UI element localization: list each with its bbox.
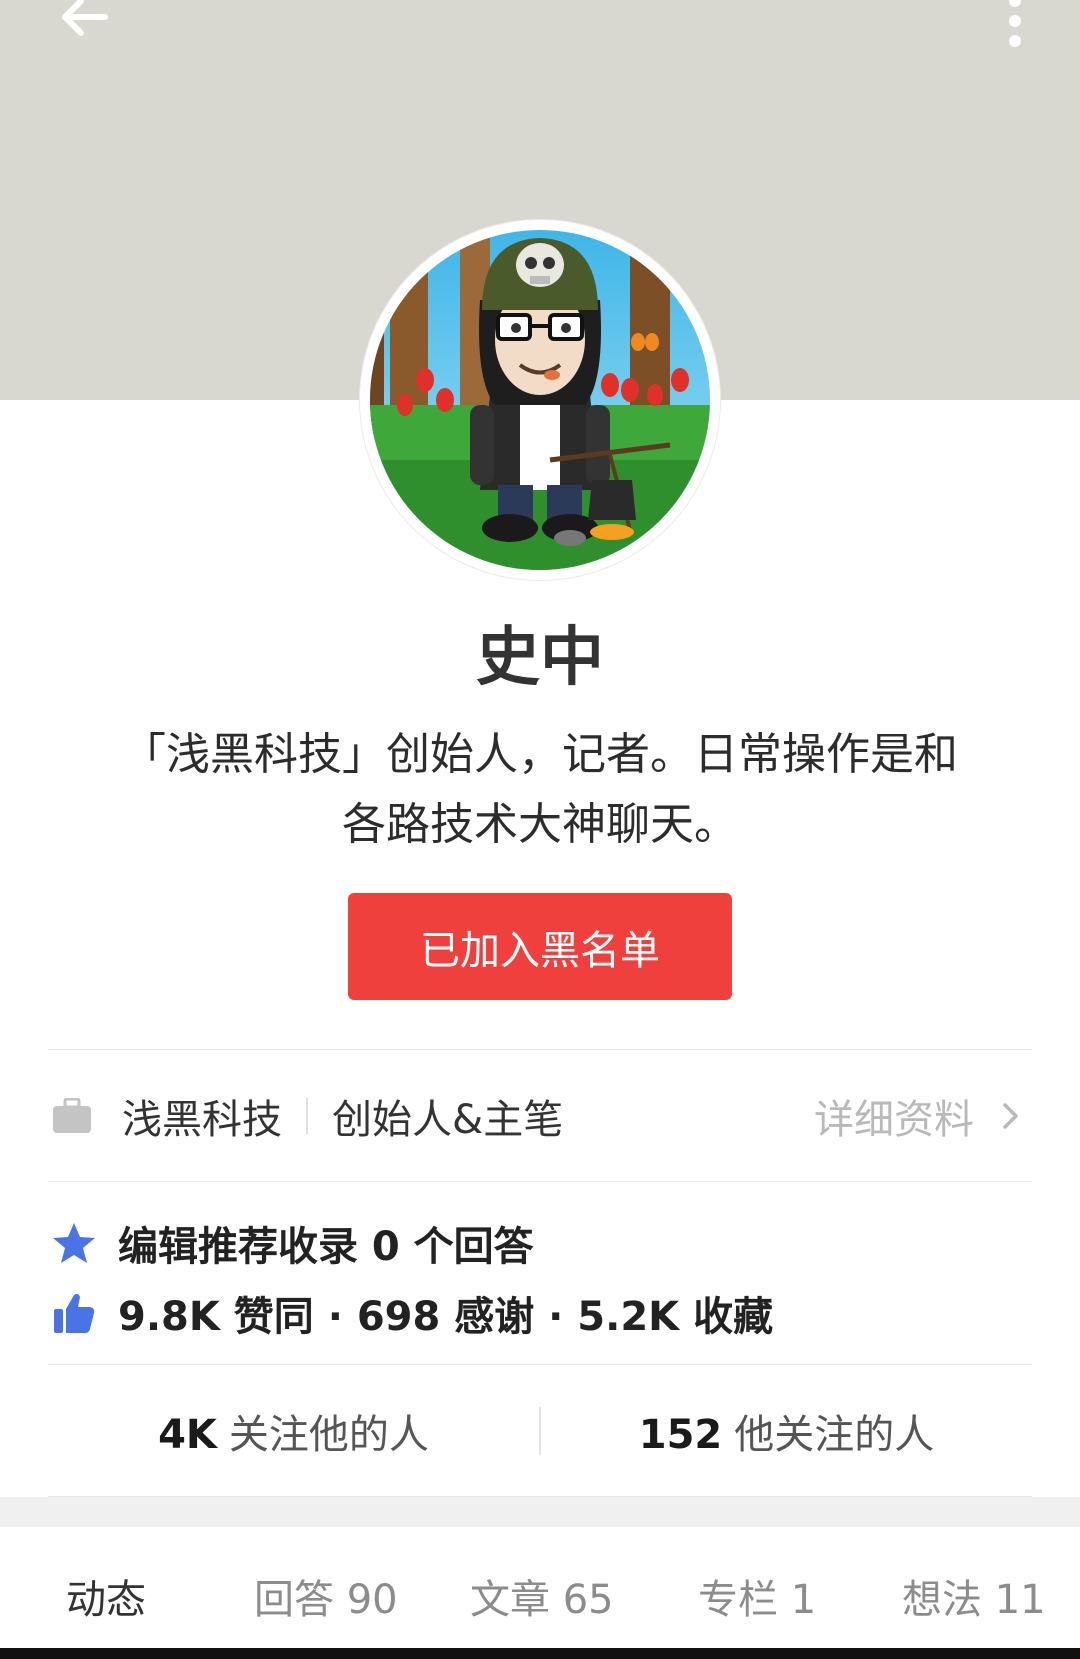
tab-columns[interactable]: 专栏 1: [698, 1567, 816, 1625]
user-headline: 「浅黑科技」创始人，记者。日常操作是和各路技术大神聊天。: [122, 729, 958, 850]
tab-thoughts[interactable]: 想法 11: [902, 1567, 1046, 1625]
bottom-edge: [0, 1648, 1080, 1659]
followers-link[interactable]: 4K 关注他的人: [48, 1402, 539, 1460]
tab-activity[interactable]: 动态: [66, 1567, 146, 1625]
followers-count: 4K: [158, 1412, 217, 1458]
detail-link[interactable]: 详细资料: [814, 1087, 1032, 1145]
following-link[interactable]: 152 他关注的人: [541, 1402, 1032, 1460]
avatar-frame: [360, 220, 720, 580]
blocked-button[interactable]: 已加入黑名单: [348, 893, 732, 1000]
stats-row: 9.8K 赞同 · 698 感谢 · 5.2K 收藏: [48, 1278, 1032, 1348]
divider: [48, 1364, 1032, 1365]
cartoon-avatar-image: [370, 230, 710, 570]
tab-answers[interactable]: 回答 90: [254, 1567, 398, 1625]
divider: [48, 1181, 1032, 1182]
following-label: 他关注的人: [734, 1412, 935, 1458]
employment-title: 创始人&主笔: [332, 1097, 564, 1143]
employment-separator: [306, 1098, 308, 1134]
profile-tabs: 动态 回答 90 文章 65 专栏 1 想法 11: [0, 1527, 1080, 1653]
user-name: 史中: [476, 621, 604, 695]
tab-articles[interactable]: 文章 65: [470, 1567, 614, 1625]
featured-answers-text: 编辑推荐收录 0 个回答: [118, 1224, 534, 1270]
follow-row: 4K 关注他的人 152 他关注的人: [48, 1366, 1032, 1496]
detail-link-label: 详细资料: [814, 1097, 974, 1143]
featured-answers-row: 编辑推荐收录 0 个回答: [48, 1208, 1032, 1278]
back-button[interactable]: [40, 0, 130, 50]
stats-text: 9.8K 赞同 · 698 感谢 · 5.2K 收藏: [118, 1294, 774, 1340]
following-count: 152: [638, 1412, 723, 1458]
avatar[interactable]: [370, 230, 710, 570]
thumbs-up-icon: [50, 1289, 98, 1337]
chevron-right-icon: [1003, 1103, 1018, 1129]
vertical-dots-icon: [1009, 0, 1021, 47]
briefcase-icon: [53, 1098, 91, 1133]
more-button[interactable]: [990, 0, 1040, 60]
star-icon: [50, 1219, 98, 1267]
section-gap: [0, 1497, 1080, 1527]
employment-row[interactable]: 浅黑科技 创始人&主笔 详细资料: [48, 1050, 1032, 1182]
arrow-left-icon: [62, 0, 108, 36]
employment-company: 浅黑科技: [122, 1097, 282, 1143]
followers-label: 关注他的人: [228, 1412, 429, 1458]
